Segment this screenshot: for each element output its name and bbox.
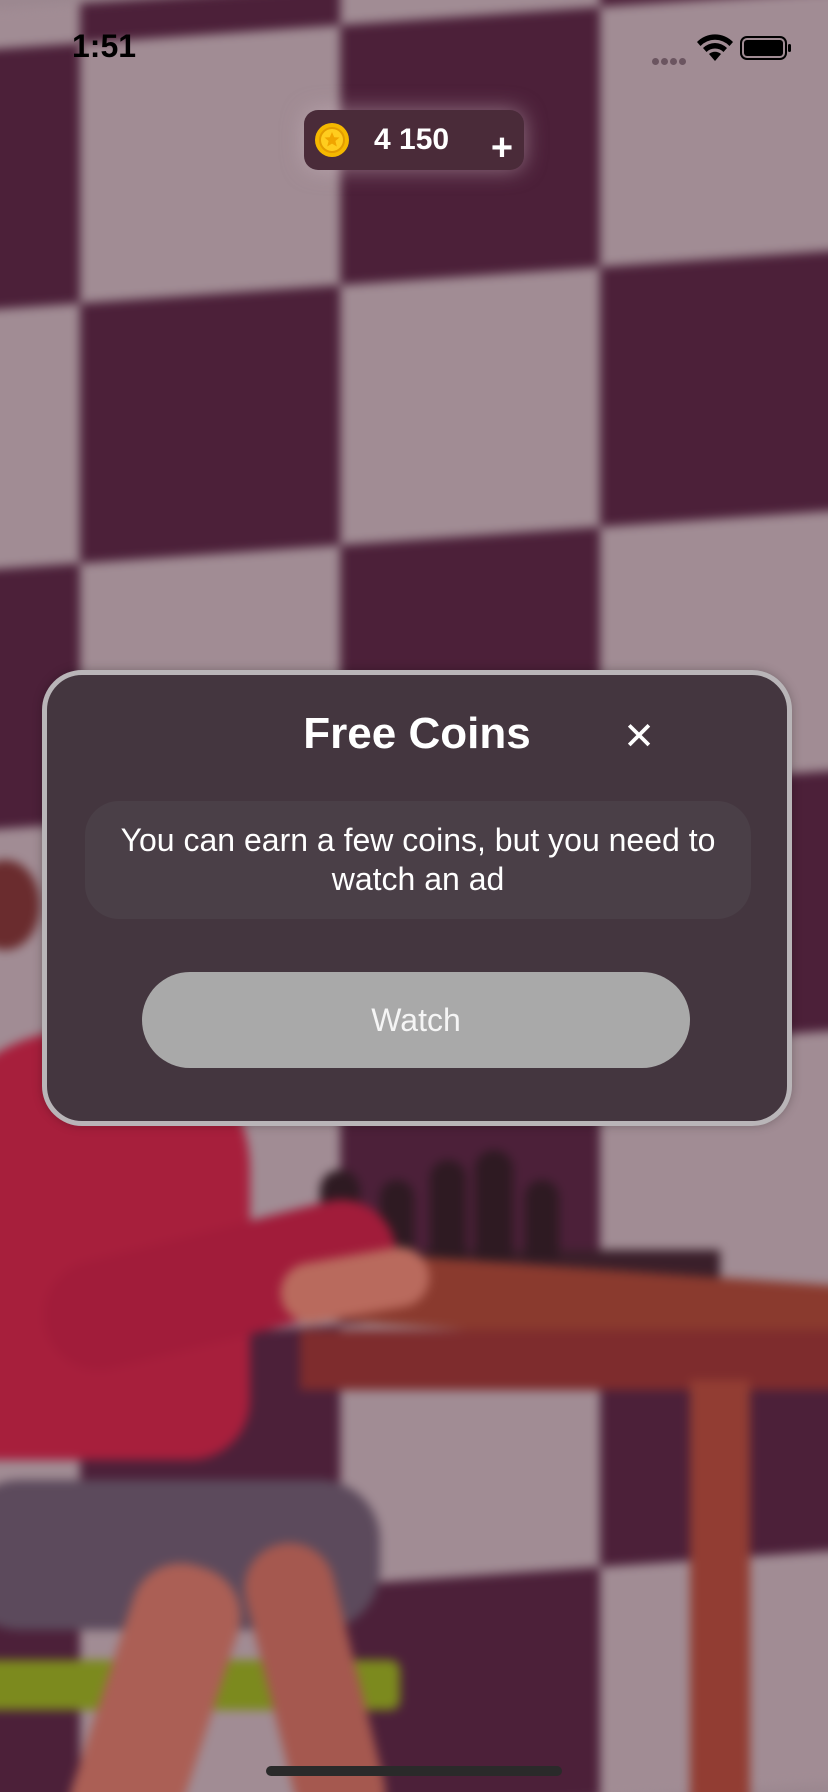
table-leg [690,1380,750,1792]
dialog-message: You can earn a few coins, but you need t… [120,822,716,897]
home-indicator[interactable] [266,1766,562,1776]
screen: 1:51 4 150 + Free Coins ✕ You can earn a… [0,0,828,1792]
cellular-signal-icon [652,52,688,65]
status-bar: 1:51 [0,0,828,100]
plus-icon[interactable]: + [484,129,520,167]
dialog-title: Free Coins [303,709,531,758]
watch-ad-button[interactable]: Watch [142,972,690,1068]
gold-coin-icon [314,122,350,158]
coin-balance: 4 150 [374,123,450,156]
close-icon[interactable]: ✕ [617,715,661,759]
status-time: 1:51 [72,28,137,64]
chess-piece [475,1150,513,1260]
free-coins-dialog: Free Coins ✕ You can earn a few coins, b… [42,670,792,1126]
battery-icon [740,36,792,60]
message-box: You can earn a few coins, but you need t… [85,801,751,919]
chess-piece [525,1180,559,1260]
chess-piece [430,1160,466,1260]
coin-counter: 4 150 + [304,110,524,170]
wifi-icon [696,34,734,62]
